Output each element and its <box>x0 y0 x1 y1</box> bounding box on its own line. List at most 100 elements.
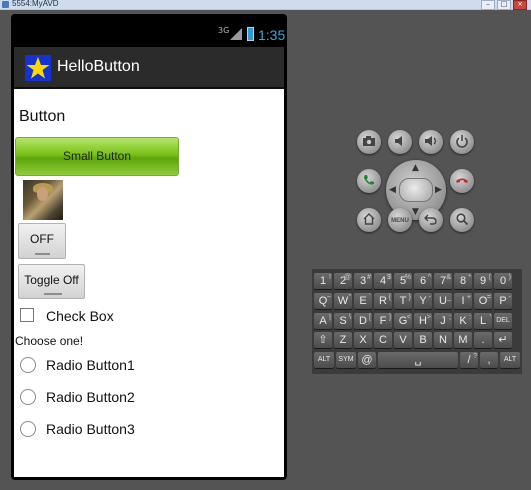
key-row4-6[interactable]: N <box>434 332 452 348</box>
key-row2-0[interactable]: Q ~ <box>314 293 332 309</box>
key-row3-6[interactable]: J; <box>434 313 452 329</box>
key-row3-7[interactable]: K: <box>454 313 472 329</box>
key-row5-5[interactable]: , <box>480 352 498 368</box>
key-label: SYM <box>338 356 354 363</box>
radio-button-1[interactable] <box>20 357 36 373</box>
maximize-button[interactable]: □ <box>497 0 511 10</box>
key-label: K <box>459 315 467 327</box>
checkbox-label[interactable]: Check Box <box>46 308 114 325</box>
key-row5-4[interactable]: /? <box>460 352 478 368</box>
key-row2-1[interactable]: W " <box>334 293 352 309</box>
radio-label-3[interactable]: Radio Button3 <box>46 421 135 438</box>
key-row1-6[interactable]: 7 & <box>434 273 452 289</box>
key-row3-5[interactable]: H > <box>414 313 432 329</box>
key-alt-label: @ <box>343 274 351 281</box>
toggle-button-off[interactable]: OFF <box>18 223 66 259</box>
key-row3-9[interactable]: DEL <box>494 313 512 329</box>
small-button[interactable]: Small Button <box>15 137 179 176</box>
radio-label-2[interactable]: Radio Button2 <box>46 389 135 406</box>
key-row1-3[interactable]: 4 $ <box>374 273 392 289</box>
key-alt-label: ! <box>329 274 331 281</box>
key-row5-2[interactable]: @ <box>358 352 376 368</box>
key-row5-6[interactable]: ALT <box>500 352 520 368</box>
key-row1-8[interactable]: 9( <box>474 273 492 289</box>
toggle-off-label: OFF <box>30 232 54 246</box>
key-row1-2[interactable]: 3 # <box>354 273 372 289</box>
key-alt-label: $ <box>387 274 391 281</box>
key-row3-4[interactable]: G < <box>394 313 412 329</box>
key-label: @ <box>361 354 373 366</box>
key-row4-1[interactable]: Z <box>334 332 352 348</box>
camera-icon <box>363 136 375 146</box>
key-row2-6[interactable]: U _ <box>434 293 452 309</box>
dpad-up-icon[interactable]: ▲ <box>412 163 419 173</box>
key-label: 3 <box>359 275 367 287</box>
key-alt-label: : <box>469 314 471 321</box>
key-row3-2[interactable]: D[ <box>354 313 372 329</box>
key-row4-9[interactable]: ↵ <box>494 332 512 348</box>
key-row4-5[interactable]: B <box>414 332 432 348</box>
key-row2-2[interactable]: E ` <box>354 293 372 309</box>
key-row4-3[interactable]: C <box>374 332 392 348</box>
end-call-button[interactable] <box>450 169 474 193</box>
radio-label-1[interactable]: Radio Button1 <box>46 357 135 374</box>
star-icon <box>26 57 50 79</box>
key-row4-8[interactable]: . <box>474 332 492 348</box>
toggle-button-toggle-off[interactable]: Toggle Off <box>18 264 85 299</box>
key-row2-8[interactable]: O = <box>474 293 492 309</box>
key-row3-0[interactable]: A | <box>314 313 332 329</box>
key-alt-label: " <box>348 294 352 301</box>
key-row2-4[interactable]: T} <box>394 293 412 309</box>
dpad-left-icon[interactable]: ◀ <box>389 185 396 195</box>
close-button[interactable]: × <box>513 0 527 10</box>
key-label: T <box>399 295 407 307</box>
key-label: U <box>439 295 447 307</box>
key-row2-7[interactable]: I + <box>454 293 472 309</box>
key-label: X <box>359 334 367 346</box>
key-row5-1[interactable]: SYM <box>336 352 356 368</box>
key-label: D <box>359 315 367 327</box>
search-button[interactable] <box>450 208 474 232</box>
key-row1-1[interactable]: 2 @ <box>334 273 352 289</box>
key-row4-0[interactable]: ⇧ <box>314 332 332 348</box>
camera-button[interactable] <box>357 130 381 154</box>
network-type: 3G <box>218 26 230 35</box>
call-button[interactable] <box>357 169 381 193</box>
key-row2-3[interactable]: R{ <box>374 293 392 309</box>
power-button[interactable] <box>450 130 474 154</box>
minimize-button[interactable]: – <box>481 0 495 10</box>
image-button[interactable] <box>23 180 63 220</box>
radio-button-3[interactable] <box>20 421 36 437</box>
key-row1-5[interactable]: 6 ^ <box>414 273 432 289</box>
key-row5-3[interactable]: ␣ <box>378 352 458 368</box>
key-alt-label: > <box>426 314 431 321</box>
back-button[interactable] <box>419 208 443 232</box>
key-row3-8[interactable]: L ' <box>474 313 492 329</box>
key-row2-9[interactable]: P- <box>494 293 512 309</box>
key-row1-0[interactable]: 1! <box>314 273 332 289</box>
key-row3-1[interactable]: S \ <box>334 313 352 329</box>
dpad-down-icon[interactable]: ▼ <box>412 207 419 217</box>
key-row4-4[interactable]: V <box>394 332 412 348</box>
home-button[interactable] <box>357 208 381 232</box>
radio-button-2[interactable] <box>20 389 36 405</box>
key-row4-2[interactable]: X <box>354 332 372 348</box>
key-label: W <box>337 295 349 307</box>
key-alt-label: ) <box>508 274 511 281</box>
checkbox[interactable] <box>20 308 34 322</box>
key-label: I <box>461 295 465 307</box>
dpad-center[interactable] <box>399 178 433 202</box>
toggle-label: Toggle Off <box>24 273 79 287</box>
key-row2-5[interactable]: Y- <box>414 293 432 309</box>
key-row4-7[interactable]: M <box>454 332 472 348</box>
volume-down-button[interactable] <box>388 130 412 154</box>
key-row1-9[interactable]: 0) <box>494 273 512 289</box>
key-row1-7[interactable]: 8 * <box>454 273 472 289</box>
dpad-right-icon[interactable]: ▶ <box>435 185 442 195</box>
volume-up-button[interactable] <box>419 130 443 154</box>
menu-button[interactable]: MENU <box>388 208 412 232</box>
key-label: / <box>467 354 471 366</box>
key-row1-4[interactable]: 5% <box>394 273 412 289</box>
key-row5-0[interactable]: ALT <box>314 352 334 368</box>
key-row3-3[interactable]: F] <box>374 313 392 329</box>
